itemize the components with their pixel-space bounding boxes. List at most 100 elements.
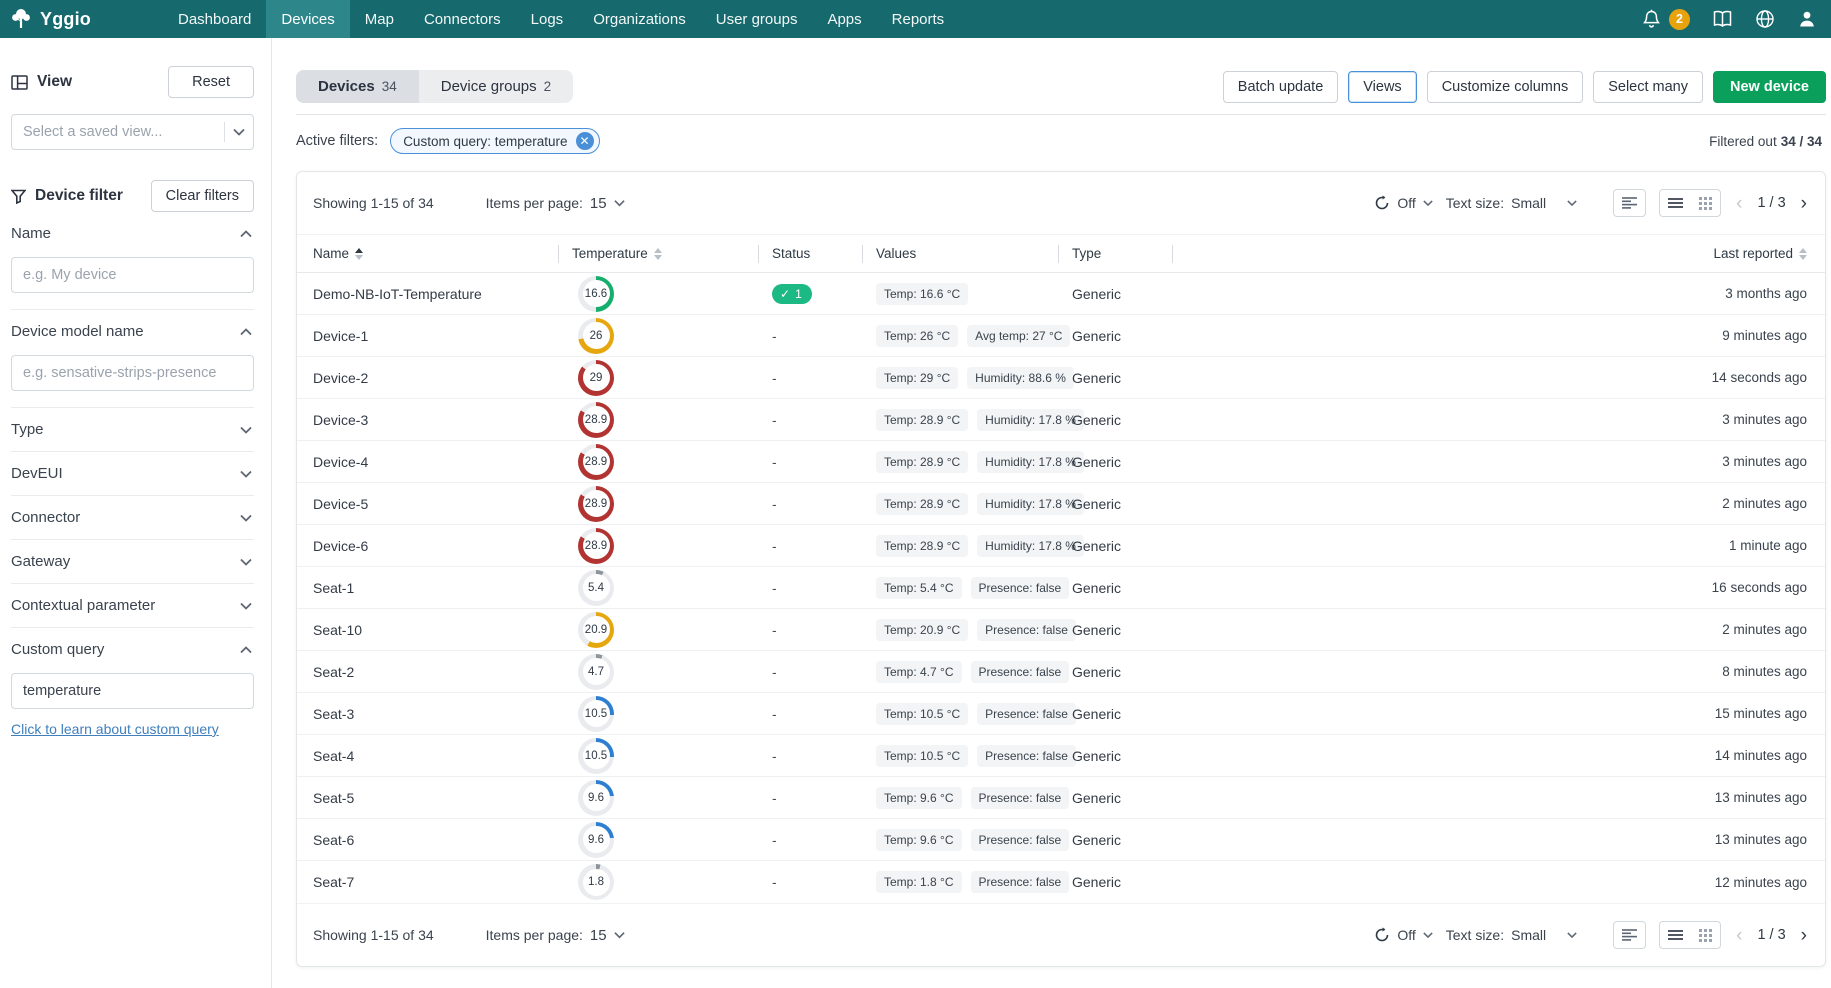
- table-row[interactable]: Seat-6 9.6 - Temp: 9.6 °CPresence: false…: [297, 819, 1825, 861]
- device-name[interactable]: Device-3: [313, 412, 368, 428]
- text-size-value[interactable]: Small: [1511, 927, 1546, 943]
- table-row[interactable]: Seat-7 1.8 - Temp: 1.8 °CPresence: false…: [297, 861, 1825, 903]
- name-filter-input[interactable]: [11, 257, 254, 293]
- table-row[interactable]: Device-4 28.9 - Temp: 28.9 °CHumidity: 1…: [297, 441, 1825, 483]
- filter-section-device-model-header[interactable]: Device model name: [11, 310, 254, 353]
- views-button[interactable]: Views: [1348, 71, 1416, 103]
- device-name-cell[interactable]: Device-2: [313, 370, 558, 386]
- next-page-chevron-icon[interactable]: ›: [1799, 926, 1809, 945]
- saved-view-input[interactable]: [11, 114, 254, 150]
- notifications-bell-icon[interactable]: [1642, 9, 1661, 29]
- text-size-value[interactable]: Small: [1511, 195, 1546, 211]
- filter-section-name-header[interactable]: Name: [11, 212, 254, 255]
- device-name[interactable]: Seat-4: [313, 748, 354, 764]
- chevron-down-icon[interactable]: [1423, 199, 1433, 207]
- table-row[interactable]: Device-1 26 - Temp: 26 °CAvg temp: 27 °C…: [297, 315, 1825, 357]
- device-name[interactable]: Seat-3: [313, 706, 354, 722]
- custom-query-input[interactable]: [11, 673, 254, 709]
- nav-item-organizations[interactable]: Organizations: [578, 0, 701, 38]
- remove-filter-close-icon[interactable]: ✕: [576, 132, 594, 150]
- filter-section-type-header[interactable]: Type: [11, 408, 254, 451]
- device-name[interactable]: Seat-10: [313, 622, 362, 638]
- auto-refresh-control[interactable]: Off: [1374, 927, 1432, 943]
- column-header-last-reported[interactable]: Last reported: [1634, 235, 1809, 272]
- new-device-button[interactable]: New device: [1713, 71, 1826, 103]
- device-name[interactable]: Seat-5: [313, 790, 354, 806]
- column-header-status[interactable]: Status: [758, 235, 862, 272]
- compact-list-view-button[interactable]: [1613, 921, 1646, 949]
- table-row[interactable]: Seat-5 9.6 - Temp: 9.6 °CPresence: false…: [297, 777, 1825, 819]
- column-header-type[interactable]: Type: [1058, 235, 1172, 272]
- reset-button[interactable]: Reset: [168, 66, 254, 98]
- device-name[interactable]: Seat-6: [313, 832, 354, 848]
- customize-columns-button[interactable]: Customize columns: [1427, 71, 1584, 103]
- column-header-temperature[interactable]: Temperature: [558, 235, 758, 272]
- device-name[interactable]: Demo-NB-IoT-Temperature: [313, 286, 482, 302]
- device-name[interactable]: Device-1: [313, 328, 368, 344]
- chevron-down-icon[interactable]: [240, 426, 252, 434]
- filter-section-custom-query-header[interactable]: Custom query: [11, 628, 254, 671]
- next-page-chevron-icon[interactable]: ›: [1799, 194, 1809, 213]
- chevron-down-icon[interactable]: [1423, 931, 1433, 939]
- table-row[interactable]: Device-6 28.9 - Temp: 28.9 °CHumidity: 1…: [297, 525, 1825, 567]
- device-name[interactable]: Device-4: [313, 454, 368, 470]
- active-filter-chip[interactable]: Custom query: temperature ✕: [390, 128, 599, 154]
- table-row[interactable]: Device-2 29 - Temp: 29 °CHumidity: 88.6 …: [297, 357, 1825, 399]
- nav-item-apps[interactable]: Apps: [812, 0, 876, 38]
- device-name-cell[interactable]: Device-4: [313, 454, 558, 470]
- nav-item-user-groups[interactable]: User groups: [701, 0, 813, 38]
- device-name-cell[interactable]: Device-6: [313, 538, 558, 554]
- filter-section-deveui-header[interactable]: DevEUI: [11, 452, 254, 495]
- device-name-cell[interactable]: Seat-5: [313, 790, 558, 806]
- chevron-down-icon[interactable]: [614, 199, 625, 207]
- items-per-page-value[interactable]: 15: [590, 195, 607, 212]
- nav-item-dashboard[interactable]: Dashboard: [163, 0, 266, 38]
- tab-device-groups[interactable]: Device groups 2: [419, 70, 573, 103]
- table-row[interactable]: Device-3 28.9 - Temp: 28.9 °CHumidity: 1…: [297, 399, 1825, 441]
- items-per-page-value[interactable]: 15: [590, 927, 607, 944]
- prev-page-chevron-icon[interactable]: ‹: [1734, 926, 1744, 945]
- device-name-cell[interactable]: Device-1: [313, 328, 558, 344]
- auto-refresh-value[interactable]: Off: [1397, 195, 1415, 211]
- custom-query-help-link[interactable]: Click to learn about custom query: [11, 721, 219, 737]
- select-many-button[interactable]: Select many: [1593, 71, 1703, 103]
- chevron-down-icon[interactable]: [233, 128, 245, 136]
- device-name-cell[interactable]: Seat-2: [313, 664, 558, 680]
- sort-toggle-icon[interactable]: [1799, 248, 1807, 260]
- nav-item-devices[interactable]: Devices: [266, 0, 349, 38]
- device-name[interactable]: Device-5: [313, 496, 368, 512]
- device-name-cell[interactable]: Seat-4: [313, 748, 558, 764]
- device-name-cell[interactable]: Demo-NB-IoT-Temperature: [313, 286, 558, 302]
- clear-filters-button[interactable]: Clear filters: [151, 180, 254, 212]
- sort-toggle-icon[interactable]: [654, 248, 662, 260]
- device-name-cell[interactable]: Seat-6: [313, 832, 558, 848]
- table-row[interactable]: Seat-3 10.5 - Temp: 10.5 °CPresence: fal…: [297, 693, 1825, 735]
- chevron-down-icon[interactable]: [240, 602, 252, 610]
- text-size-control[interactable]: Text size: Small: [1446, 927, 1577, 943]
- grid-view-button[interactable]: [1691, 929, 1720, 942]
- table-row[interactable]: Demo-NB-IoT-Temperature 16.6 ✓1 Temp: 16…: [297, 273, 1825, 315]
- tab-devices[interactable]: Devices 34: [296, 70, 419, 103]
- nav-item-connectors[interactable]: Connectors: [409, 0, 516, 38]
- auto-refresh-value[interactable]: Off: [1397, 927, 1415, 943]
- table-row[interactable]: Seat-1 5.4 - Temp: 5.4 °CPresence: false…: [297, 567, 1825, 609]
- table-row[interactable]: Device-5 28.9 - Temp: 28.9 °CHumidity: 1…: [297, 483, 1825, 525]
- nav-item-reports[interactable]: Reports: [877, 0, 960, 38]
- column-header-name[interactable]: Name: [313, 235, 558, 272]
- chevron-down-icon[interactable]: [614, 931, 625, 939]
- device-name-cell[interactable]: Seat-3: [313, 706, 558, 722]
- filter-section-gateway-header[interactable]: Gateway: [11, 540, 254, 583]
- column-header-values[interactable]: Values: [862, 235, 1058, 272]
- docs-book-icon[interactable]: [1712, 10, 1733, 28]
- device-name[interactable]: Seat-2: [313, 664, 354, 680]
- device-name-cell[interactable]: Seat-10: [313, 622, 558, 638]
- nav-item-map[interactable]: Map: [350, 0, 409, 38]
- grid-view-button[interactable]: [1691, 197, 1720, 210]
- list-view-button[interactable]: [1660, 930, 1691, 940]
- auto-refresh-control[interactable]: Off: [1374, 195, 1432, 211]
- chevron-down-icon[interactable]: [1567, 931, 1577, 939]
- sort-toggle-icon[interactable]: [355, 248, 363, 260]
- filter-section-contextual-parameter-header[interactable]: Contextual parameter: [11, 584, 254, 627]
- brand[interactable]: Yggio: [0, 0, 105, 38]
- chevron-down-icon[interactable]: [240, 558, 252, 566]
